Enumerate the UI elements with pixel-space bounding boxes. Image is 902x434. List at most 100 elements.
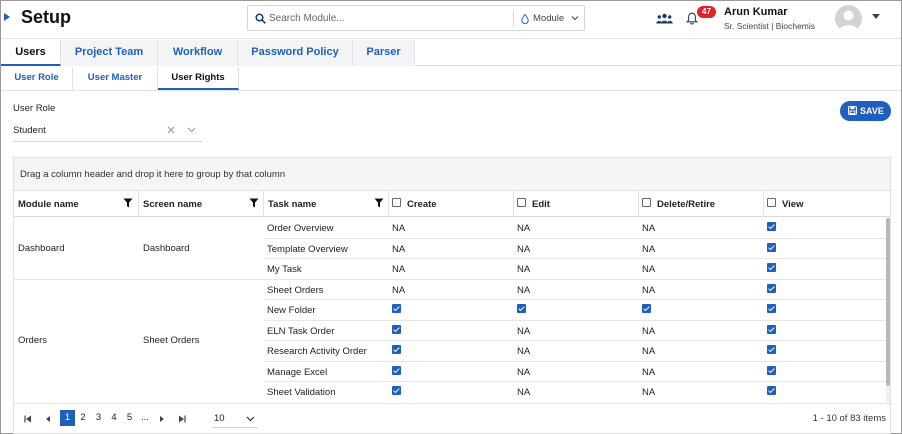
avatar[interactable] (835, 5, 862, 32)
col-screen-name[interactable]: Screen name (139, 191, 264, 217)
col-delete-retire[interactable]: Delete/Retire (639, 191, 764, 217)
view-permission-checkbox[interactable] (767, 365, 776, 375)
filter-icon[interactable] (123, 198, 133, 208)
page-number-button[interactable]: 1 (60, 410, 75, 426)
group-cell: Orders Sheet Orders (14, 280, 264, 402)
col-create[interactable]: Create (389, 191, 514, 217)
view-permission-checkbox[interactable] (767, 242, 776, 252)
edit-permission-na: NA (517, 346, 531, 357)
table-row: ELN Task Order NA NA (264, 321, 886, 341)
view-permission-checkbox[interactable] (767, 345, 776, 354)
create-permission-checkbox[interactable] (392, 386, 401, 395)
scrollbar-thumb[interactable] (886, 218, 890, 386)
table-row: Manage Excel NA NA (264, 362, 886, 382)
bell-icon[interactable] (686, 12, 698, 25)
prev-page-icon[interactable] (44, 415, 52, 423)
user-name[interactable]: Arun Kumar (724, 6, 788, 18)
notification-badge: 47 (697, 6, 716, 18)
select-all-edit-checkbox[interactable] (517, 198, 526, 207)
last-page-icon[interactable] (178, 415, 186, 423)
delete-permission-na: NA (642, 284, 656, 296)
pager: 1 2 3 4 5... 10 1 - 10 of 83 items (14, 403, 890, 433)
screen-name-cell: Dashboard (143, 242, 190, 254)
table-row: Template Overview NA NA NA (264, 239, 886, 259)
user-avatar-icon (838, 10, 859, 32)
edit-permission-na: NA (517, 243, 531, 255)
create-permission-checkbox[interactable] (392, 324, 401, 334)
edit-permission-na: NA (517, 325, 531, 337)
col-view[interactable]: View (764, 191, 890, 217)
col-label: Screen name (143, 199, 203, 210)
page-title: Setup (21, 7, 72, 27)
task-name-cell: Research Activity Order (267, 346, 367, 357)
chevron-down-icon[interactable] (571, 15, 579, 21)
edit-permission-na: NA (517, 387, 531, 398)
view-permission-checkbox[interactable] (767, 263, 776, 272)
col-label: Create (407, 199, 437, 210)
select-all-delete-checkbox[interactable] (642, 198, 651, 207)
save-icon (848, 106, 857, 115)
search-input[interactable] (269, 9, 509, 27)
page-size-select[interactable]: 10 (212, 410, 258, 428)
group-cell: Dashboard Dashboard (14, 218, 264, 280)
view-permission-checkbox[interactable] (767, 386, 776, 395)
create-permission-checkbox[interactable] (392, 304, 401, 313)
grid-scrollbar[interactable] (886, 218, 890, 402)
tab-parser[interactable]: Parser (353, 40, 415, 66)
subtab-user-role[interactable]: User Role (1, 67, 73, 90)
tab-workflow[interactable]: Workflow (158, 40, 238, 66)
edit-permission-na: NA (517, 264, 531, 275)
delete-permission-na: NA (642, 243, 656, 255)
col-task-name[interactable]: Task name (264, 191, 389, 217)
main-tab-strip: Users Project Team Workflow Password Pol… (1, 40, 415, 66)
group-panel[interactable]: Drag a column header and drop it here to… (14, 158, 890, 191)
col-module-name[interactable]: Module name (14, 191, 139, 217)
create-permission-checkbox[interactable] (392, 365, 401, 375)
select-all-view-checkbox[interactable] (767, 198, 776, 207)
caret-down-icon[interactable] (872, 14, 880, 19)
edit-permission-checkbox[interactable] (517, 304, 526, 313)
subtab-user-rights[interactable]: User Rights (158, 67, 239, 90)
clear-icon[interactable] (167, 126, 175, 134)
delete-permission-checkbox[interactable] (642, 304, 651, 313)
view-permission-checkbox[interactable] (767, 324, 776, 334)
task-name-cell: New Folder (267, 305, 316, 316)
next-page-icon[interactable] (158, 415, 166, 423)
search-box[interactable]: Module (247, 5, 585, 31)
first-page-icon[interactable] (24, 415, 32, 423)
filter-icon[interactable] (249, 198, 259, 208)
page-number-button[interactable]: 3 (91, 410, 106, 426)
subtab-user-master[interactable]: User Master (73, 67, 158, 90)
view-permission-checkbox[interactable] (767, 283, 776, 293)
tab-project-team[interactable]: Project Team (61, 40, 158, 66)
module-dropdown[interactable]: Module (533, 13, 564, 24)
task-name-cell: Order Overview (267, 223, 334, 234)
task-name-cell: Sheet Validation (267, 387, 336, 398)
page-ellipsis[interactable]: ... (138, 410, 153, 426)
create-permission-na: NA (392, 284, 406, 296)
chevron-down-icon[interactable] (246, 416, 255, 422)
task-name-cell: My Task (267, 264, 302, 275)
screen-name-cell: Sheet Orders (143, 335, 200, 346)
table-row: My Task NA NA NA (264, 259, 886, 280)
page-number-button[interactable]: 2 (76, 410, 91, 426)
page-number-button[interactable]: 4 (107, 410, 122, 426)
create-permission-checkbox[interactable] (392, 345, 401, 354)
chevron-down-icon[interactable] (187, 127, 196, 133)
tab-users[interactable]: Users (1, 40, 61, 66)
app-header: Setup Module 47 Arun Kumar Sr. Scientist… (1, 1, 901, 39)
module-name-cell: Dashboard (18, 242, 65, 254)
pager-info: 1 - 10 of 83 items (812, 413, 886, 424)
team-icon[interactable] (656, 13, 673, 24)
user-role-select[interactable]: Student (13, 122, 202, 142)
task-name-cell: ELN Task Order (267, 325, 335, 337)
save-button[interactable]: SAVE (840, 101, 891, 121)
view-permission-checkbox[interactable] (767, 222, 776, 231)
module-drop-icon (521, 14, 529, 24)
col-edit[interactable]: Edit (514, 191, 639, 217)
select-all-create-checkbox[interactable] (392, 198, 401, 207)
filter-icon[interactable] (374, 198, 384, 208)
tab-password-policy[interactable]: Password Policy (238, 40, 353, 66)
view-permission-checkbox[interactable] (767, 304, 776, 313)
page-number-button[interactable]: 5 (122, 410, 137, 426)
